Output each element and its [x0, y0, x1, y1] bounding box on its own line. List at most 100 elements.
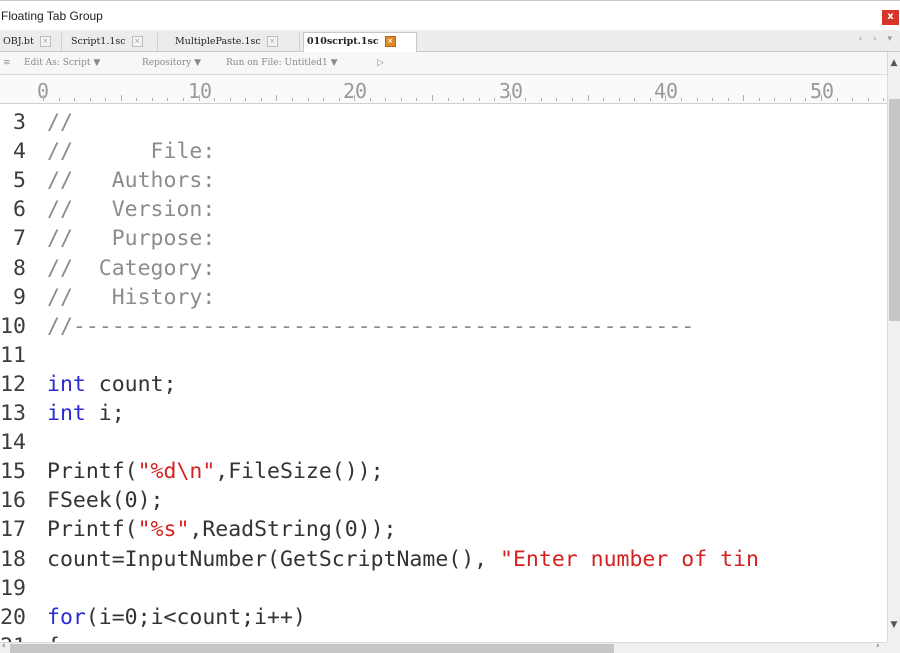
tab-bar: OBJ.bt × Script1.1sc × MultiplePaste.1sc × …: [0, 30, 900, 53]
code-text: Printf("%d\n",FileSize());: [47, 459, 384, 485]
tab-label: MultiplePaste.1sc: [175, 36, 261, 47]
horizontal-scroll-thumb[interactable]: [10, 644, 614, 653]
line-number: 7: [13, 226, 26, 252]
code-line[interactable]: 11: [0, 341, 887, 370]
line-number: 14: [0, 430, 26, 456]
ruler-tick: [432, 95, 433, 101]
scroll-up-icon[interactable]: ▲: [888, 58, 900, 68]
ruler-tick: [789, 98, 791, 101]
ruler-label: 50: [809, 79, 835, 103]
ruler-tick: [883, 98, 885, 101]
horizontal-scrollbar[interactable]: ‹ ›: [0, 641, 887, 653]
line-number: 15: [0, 459, 26, 485]
ruler-tick: [478, 98, 480, 101]
ruler-tick: [136, 98, 138, 101]
line-number: 4: [13, 139, 26, 165]
ruler-label: 30: [498, 79, 524, 103]
edit-as-dropdown[interactable]: Edit As: Script ▼: [24, 58, 100, 68]
ruler-tick: [120, 95, 122, 101]
ruler-tick: [89, 98, 91, 101]
code-text: for(i=0;i<count;i++): [47, 604, 306, 630]
line-number: 5: [13, 168, 26, 194]
code-line[interactable]: 7 // Purpose:: [0, 224, 887, 253]
tab-label: 010script.1sc: [307, 36, 379, 47]
tab-obj-bt[interactable]: OBJ.bt ×: [0, 33, 62, 52]
ruler-tick: [556, 98, 558, 101]
tab-010script[interactable]: 010script.1sc ×: [303, 32, 417, 53]
ruler-tick: [151, 98, 153, 101]
line-number: 13: [0, 401, 26, 426]
run-on-file-dropdown[interactable]: Run on File: Untitled1 ▼: [226, 58, 338, 68]
ruler-tick: [338, 98, 340, 101]
scroll-left-icon[interactable]: ‹: [2, 641, 6, 651]
code-line[interactable]: 5 // Authors:: [0, 166, 887, 195]
scroll-down-icon[interactable]: ▼: [888, 620, 900, 630]
toolbar-collapse-icon[interactable]: ≡: [3, 58, 11, 68]
title-bar[interactable]: Floating Tab Group x: [0, 0, 900, 30]
code-line[interactable]: 4 // File:: [0, 137, 887, 166]
code-text: // History:: [47, 284, 216, 310]
code-line[interactable]: 10 //------------------------------------…: [0, 312, 887, 341]
tab-close-icon[interactable]: ×: [39, 36, 51, 47]
ruler-tick: [260, 98, 262, 101]
vertical-scrollbar[interactable]: ▲ ▼: [887, 52, 900, 642]
line-number: 10: [0, 313, 26, 339]
vertical-scroll-thumb[interactable]: [889, 99, 900, 321]
ruler-tick: [447, 98, 449, 101]
ruler-tick: [229, 98, 231, 101]
ruler-tick: [618, 98, 620, 101]
code-line[interactable]: 8 // Category:: [0, 254, 887, 283]
code-line[interactable]: 15 Printf("%d\n",FileSize());: [0, 457, 887, 486]
floating-tab-group-window: Floating Tab Group x OBJ.bt × Script1.1sc…: [0, 0, 900, 653]
tab-script1[interactable]: Script1.1sc ×: [68, 33, 158, 52]
ruler-tick: [821, 95, 822, 101]
scroll-right-icon[interactable]: ›: [876, 641, 880, 651]
chevron-down-icon: ▼: [93, 58, 101, 68]
ruler-tick: [525, 98, 527, 101]
code-editor[interactable]: 3 // 4 // File: 5 // Authors: 6 // Version: 7 // …: [0, 104, 887, 642]
line-number: 16: [0, 488, 26, 514]
ruler-tick: [852, 98, 854, 101]
repository-dropdown[interactable]: Repository ▼: [142, 58, 201, 68]
ruler-tick: [416, 98, 418, 101]
ruler-tick: [494, 98, 496, 101]
ruler-tick: [634, 98, 636, 101]
chevron-down-icon: ▼: [330, 58, 338, 68]
ruler-tick: [105, 98, 107, 101]
ruler-tick: [43, 95, 44, 101]
tab-close-icon[interactable]: ×: [384, 36, 396, 47]
tab-close-icon[interactable]: ×: [131, 36, 143, 47]
tab-close-icon[interactable]: ×: [266, 36, 278, 47]
tab-scroll-arrows[interactable]: ‹ › ▾: [859, 34, 896, 44]
code-line[interactable]: 6 // Version:: [0, 195, 887, 224]
code-line[interactable]: 17 Printf("%s",ReadString(0));: [0, 515, 887, 544]
ruler-label: 10: [187, 79, 213, 103]
ruler-tick: [727, 98, 729, 101]
code-line[interactable]: 20 for(i=0;i<count;i++): [0, 603, 887, 632]
code-text: // Authors:: [47, 168, 216, 194]
window-title: Floating Tab Group: [1, 9, 103, 23]
tab-multiplepaste[interactable]: MultiplePaste.1sc ×: [172, 33, 300, 52]
code-line[interactable]: 16 FSeek(0);: [0, 486, 887, 515]
line-number: 3: [13, 110, 26, 135]
close-window-button[interactable]: x: [882, 10, 899, 25]
code-line[interactable]: 3 //: [0, 108, 887, 137]
code-line[interactable]: 14: [0, 428, 887, 457]
code-line[interactable]: 19: [0, 574, 887, 603]
line-number: 19: [0, 575, 26, 601]
code-text: //: [47, 110, 73, 135]
ruler-tick: [587, 95, 589, 101]
ruler-tick: [323, 98, 325, 101]
tab-label: Script1.1sc: [71, 36, 126, 47]
ruler-tick: [245, 98, 247, 101]
run-script-icon[interactable]: ▷: [377, 58, 384, 68]
code-line[interactable]: 21{: [0, 632, 887, 642]
code-line[interactable]: 18 count=InputNumber(GetScriptName(), "En…: [0, 545, 887, 574]
code-line[interactable]: 9 // History:: [0, 283, 887, 312]
line-number: 12: [0, 371, 26, 397]
code-text: //--------------------------------------…: [47, 313, 695, 339]
ruler-tick: [774, 98, 776, 101]
code-line[interactable]: 13 int i;: [0, 399, 887, 428]
ruler-tick: [509, 95, 511, 101]
code-line[interactable]: 12 int count;: [0, 370, 887, 399]
